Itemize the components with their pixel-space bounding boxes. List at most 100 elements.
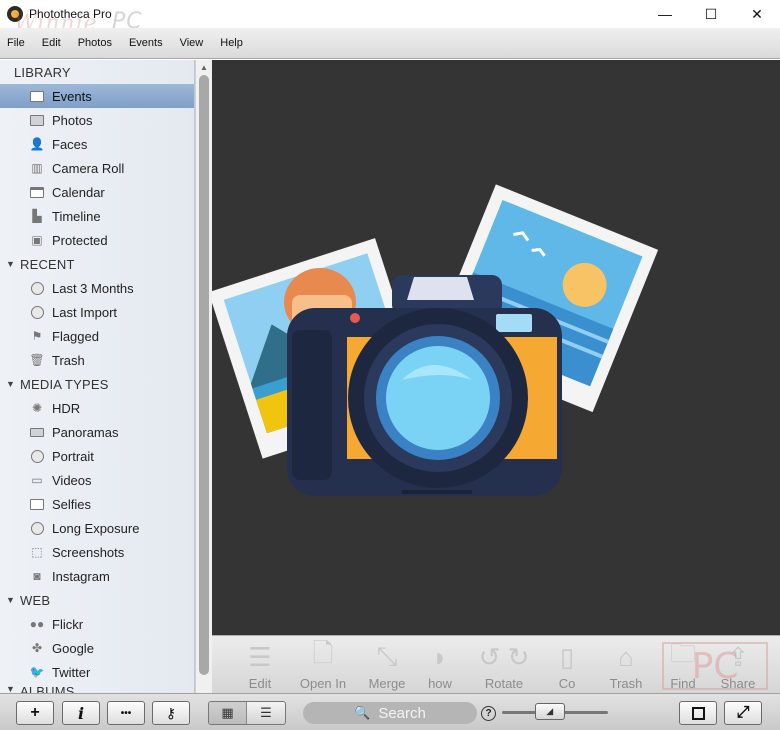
sidebar-item-protected[interactable]: ▣ Protected — [0, 228, 194, 252]
sidebar-item-hdr[interactable]: ✺ HDR — [0, 396, 194, 420]
timeline-icon: ▙ — [32, 209, 42, 223]
section-web-label: WEB — [20, 592, 51, 608]
sidebar-item-instagram[interactable]: ◙ Instagram — [0, 564, 194, 588]
collapse-triangle-icon[interactable]: ▼ — [6, 684, 20, 693]
sidebar-item-label: Timeline — [52, 208, 101, 224]
help-icon[interactable]: ? — [481, 706, 496, 721]
window-controls: — ☐ ✕ — [642, 0, 780, 28]
sidebar-item-flickr[interactable]: ●● Flickr — [0, 612, 194, 636]
sidebar-item-label: Twitter — [52, 664, 91, 680]
sidebar-item-google[interactable]: ✤ Google — [0, 636, 194, 660]
rotate-icon: ↺ ↻ — [478, 641, 530, 672]
zoom-slider-thumb[interactable]: ◢ — [534, 703, 565, 720]
events-icon — [30, 90, 44, 103]
document-icon: 🗋 — [312, 638, 334, 668]
faces-icon: 👤 — [29, 137, 45, 151]
menu-edit[interactable]: Edit — [42, 37, 61, 49]
merge-label: Merge — [368, 676, 406, 691]
edit-button[interactable]: ☰ Edit — [228, 640, 292, 692]
section-recent[interactable]: ▼ RECENT — [0, 252, 194, 276]
scroll-thumb[interactable] — [199, 75, 209, 675]
list-view-icon[interactable]: ☰ — [247, 702, 285, 724]
key-button[interactable]: ⚷ — [152, 701, 190, 725]
sidebar-item-timeline[interactable]: ▙ Timeline — [0, 204, 194, 228]
clock-icon — [30, 281, 44, 295]
maximize-button[interactable]: ☐ — [688, 0, 734, 28]
sidebar-item-photos[interactable]: Photos — [0, 108, 194, 132]
trash-label: Trash — [609, 676, 643, 691]
sidebar-item-flagged[interactable]: ⚑ Flagged — [0, 324, 194, 348]
section-library[interactable]: LIBRARY — [0, 60, 194, 84]
more-button[interactable]: ••• — [107, 701, 145, 725]
panorama-icon — [30, 426, 44, 439]
sidebar-item-trash[interactable]: 🗑 Trash — [0, 348, 194, 372]
sidebar-item-label: Faces — [52, 136, 88, 152]
google-icon: ✤ — [31, 641, 43, 655]
menu-file[interactable]: File — [7, 37, 25, 49]
share-button[interactable]: ⇪ Share — [706, 640, 770, 692]
sidebar-item-label: Last 3 Months — [52, 280, 134, 296]
sidebar-item-selfies[interactable]: Selfies — [0, 492, 194, 516]
sidebar-item-label: Selfies — [52, 496, 92, 512]
section-library-label: LIBRARY — [14, 64, 71, 80]
section-web[interactable]: ▼ WEB — [0, 588, 194, 612]
sidebar-item-events[interactable]: Events — [0, 84, 194, 108]
trash-can-icon: ⌂ — [618, 641, 634, 672]
sidebar-item-panoramas[interactable]: Panoramas — [0, 420, 194, 444]
menu-view[interactable]: View — [180, 37, 204, 49]
open-in-label: Open In — [299, 676, 347, 691]
sidebar-item-calendar[interactable]: Calendar — [0, 180, 194, 204]
single-view-button[interactable] — [679, 701, 717, 725]
section-albums[interactable]: ▼ ALBUMS — [0, 684, 194, 693]
collapse-triangle-icon[interactable]: ▼ — [6, 379, 20, 389]
sidebar-item-label: Camera Roll — [52, 160, 125, 176]
menu-events[interactable]: Events — [129, 37, 163, 49]
flag-icon: ⚑ — [31, 329, 43, 343]
fullscreen-button[interactable]: ⤢ — [724, 701, 762, 725]
sidebar: LIBRARY Events Photos 👤 Faces ▥ Camera R… — [0, 60, 195, 693]
sidebar-item-label: Photos — [52, 112, 93, 128]
sidebar-item-label: Videos — [52, 472, 92, 488]
menu-help[interactable]: Help — [220, 37, 243, 49]
sidebar-item-last-import[interactable]: Last Import — [0, 300, 194, 324]
add-button[interactable]: + — [16, 701, 54, 725]
copy-button[interactable]: ▯ Co — [552, 640, 582, 692]
slideshow-button[interactable]: ◗ how — [408, 640, 472, 692]
copy-label: Co — [558, 676, 576, 691]
instagram-icon: ◙ — [33, 569, 41, 583]
sidebar-item-camera-roll[interactable]: ▥ Camera Roll — [0, 156, 194, 180]
sidebar-item-last-3-months[interactable]: Last 3 Months — [0, 276, 194, 300]
screenshot-icon: ⬚ — [31, 545, 43, 559]
folder-icon: 🗀 — [669, 638, 696, 668]
long-exposure-icon — [30, 521, 44, 535]
collapse-triangle-icon[interactable]: ▼ — [6, 259, 20, 269]
close-button[interactable]: ✕ — [734, 0, 780, 28]
sidebar-scrollbar[interactable]: ▲ — [195, 60, 212, 693]
sidebar-item-videos[interactable]: ▭ Videos — [0, 468, 194, 492]
copy-icon: ▯ — [559, 641, 575, 672]
title-bar: Phototheca Pro — ☐ ✕ — [0, 0, 780, 28]
photo-viewer[interactable] — [212, 60, 780, 635]
sidebar-item-long-exposure[interactable]: Long Exposure — [0, 516, 194, 540]
search-icon: 🔍 — [354, 705, 371, 720]
search-input[interactable]: 🔍 Search — [303, 702, 477, 724]
open-in-button[interactable]: 🗋 Open In — [291, 638, 355, 691]
sidebar-item-twitter[interactable]: 🐦 Twitter — [0, 660, 194, 684]
collapse-triangle-icon[interactable]: ▼ — [6, 595, 20, 605]
menu-photos[interactable]: Photos — [78, 37, 112, 49]
merge-icon: ⤡ — [376, 641, 398, 671]
sidebar-item-screenshots[interactable]: ⬚ Screenshots — [0, 540, 194, 564]
rotate-button[interactable]: ↺ ↻ Rotate — [472, 640, 536, 692]
sidebar-item-faces[interactable]: 👤 Faces — [0, 132, 194, 156]
section-recent-label: RECENT — [20, 256, 75, 272]
trash-button[interactable]: ⌂ Trash — [594, 640, 658, 692]
grid-view-icon[interactable]: ▦ — [209, 702, 247, 724]
minimize-button[interactable]: — — [642, 0, 688, 28]
scroll-up-arrow-icon[interactable]: ▲ — [196, 60, 212, 74]
section-media-types[interactable]: ▼ MEDIA TYPES — [0, 372, 194, 396]
section-media-types-label: MEDIA TYPES — [20, 376, 109, 392]
sidebar-item-portrait[interactable]: Portrait — [0, 444, 194, 468]
info-button[interactable]: i — [62, 701, 100, 725]
view-mode-switch[interactable]: ▦ ☰ — [208, 701, 286, 725]
section-albums-label: ALBUMS — [20, 684, 75, 693]
